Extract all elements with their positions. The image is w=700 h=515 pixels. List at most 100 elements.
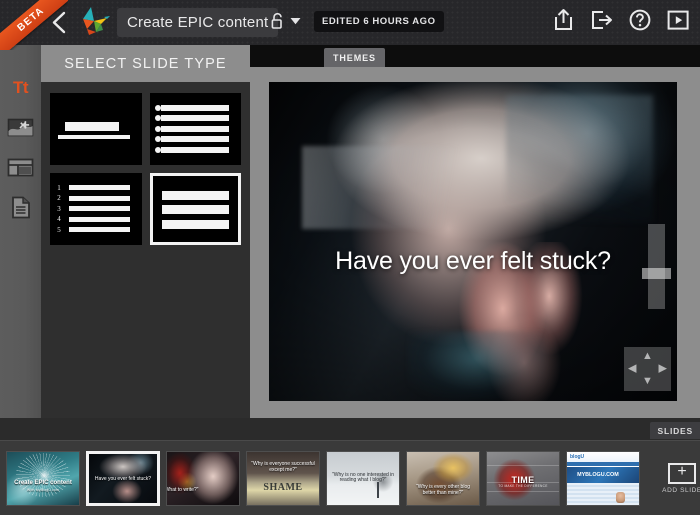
thumb-subtitle: With MyBlogU.com: [26, 487, 60, 492]
tool-rail: Tt: [0, 45, 41, 418]
chevron-down-icon: [290, 18, 301, 25]
image-tool-button[interactable]: [7, 113, 35, 141]
move-left-arrow-icon[interactable]: ◀: [628, 363, 636, 375]
slide-type-grid: 1 2 3 4 5: [41, 82, 250, 256]
export-arrow-icon: [592, 11, 612, 29]
bullet-line: [161, 146, 230, 153]
document-notes-icon: [11, 196, 30, 218]
bullet-dot: [154, 104, 161, 111]
size-slider[interactable]: [642, 224, 671, 309]
slide-thumbnail-8[interactable]: blogU MYBLOGU.COM: [566, 450, 640, 506]
layout-tool-button[interactable]: [7, 153, 35, 181]
bullet-line: [161, 115, 230, 121]
thumb-subtitle: TO MAKE THE DIFFERENCE: [498, 484, 548, 489]
thumb-art: [7, 451, 79, 505]
slide-thumbnail-4[interactable]: SHAME "Why is everyone successful except…: [246, 450, 320, 506]
bullet-line: [161, 104, 230, 111]
slide-thumbnail-1[interactable]: Create EPIC content With MyBlogU.com: [6, 450, 80, 506]
share-upload-icon: [555, 9, 572, 30]
thumb-art: [167, 451, 239, 505]
slide-type-numbered[interactable]: 1 2 3 4 5: [50, 173, 142, 245]
chevron-left-icon: [52, 11, 66, 34]
numbered-line: [68, 185, 130, 191]
list-number: 4: [57, 215, 61, 223]
thumb-title: "Why is everyone successful except me?": [251, 461, 315, 473]
edited-status-text: EDITED 6 HOURS AGO: [322, 16, 436, 27]
slide-thumbnail-5[interactable]: "Why is no one interested in reading wha…: [326, 450, 400, 506]
thumb-title: "Why is every other blog better than min…: [415, 484, 471, 497]
unlocked-padlock-icon: [271, 12, 282, 29]
slide-thumbnail-3[interactable]: "What to write?": [166, 450, 240, 506]
list-number: 2: [57, 194, 61, 202]
slide-type-panel-header: SELECT SLIDE TYPE: [41, 45, 250, 82]
photo-vignette: [269, 82, 677, 401]
back-button[interactable]: [48, 9, 72, 36]
thumb-title: "What to write?": [166, 486, 199, 493]
numbered-line: [68, 195, 130, 201]
bullet-dot: [154, 136, 161, 142]
export-button[interactable]: [590, 7, 616, 37]
slide-thumbnail-7[interactable]: TIME TO MAKE THE DIFFERENCE: [486, 450, 560, 506]
size-slider-handle[interactable]: [642, 268, 671, 280]
thumb-art: blogU MYBLOGU.COM: [567, 451, 639, 505]
text-tt-icon: Tt: [12, 77, 29, 97]
move-right-arrow-icon[interactable]: ▶: [659, 363, 667, 375]
list-number: 3: [57, 204, 61, 213]
slide-type-title[interactable]: [50, 93, 142, 165]
help-button[interactable]: [628, 7, 654, 37]
tab-themes[interactable]: THEMES: [324, 48, 385, 67]
project-title-text: Create EPIC content: [127, 14, 269, 31]
play-rectangle-icon: [667, 10, 689, 30]
slide-filmstrip: Create EPIC content With MyBlogU.com Hav…: [0, 440, 700, 515]
header-action-group: [552, 7, 692, 37]
beta-label: BETA: [15, 5, 47, 34]
origami-bird-logo-icon: [83, 7, 110, 35]
project-title-input[interactable]: Create EPIC content: [117, 8, 279, 37]
epic-slide-editor: BETA Create EPIC content EDITED 6 HOURS …: [0, 0, 700, 515]
bullet-dot: [154, 146, 161, 153]
present-button[interactable]: [666, 7, 692, 37]
tab-slides[interactable]: SLIDES: [650, 422, 700, 439]
title-bar: [65, 122, 119, 131]
slide-type-bullets[interactable]: [149, 93, 241, 165]
plain-line: [161, 205, 229, 215]
slide-type-panel: SELECT SLIDE TYPE 1 2 3 4 5: [41, 45, 250, 418]
slides-tab-label: SLIDES: [657, 425, 693, 436]
move-up-arrow-icon[interactable]: ▲: [642, 351, 653, 362]
thumb-title: MYBLOGU.COM: [577, 471, 619, 478]
bullet-line: [161, 136, 230, 142]
bullet-line: [161, 125, 230, 132]
slide-type-plain[interactable]: [149, 173, 241, 245]
text-tool-button[interactable]: Tt: [7, 73, 35, 101]
question-mark-circle-icon: [629, 9, 651, 31]
bullet-dot: [154, 115, 161, 121]
numbered-line: [68, 206, 130, 212]
notes-tool-button[interactable]: [7, 193, 35, 221]
slide-thumbnail-2[interactable]: Have you ever felt stuck?: [86, 450, 160, 506]
thumb-title: TIME: [511, 474, 535, 485]
editor-stage: THEMES Have you ever felt stuck? ▲ ▼ ◀ ▶: [250, 45, 700, 418]
panel-heading: SELECT SLIDE TYPE: [64, 55, 227, 72]
thumb-title: Create EPIC content: [14, 480, 72, 487]
numbered-line: [68, 216, 130, 222]
app-logo[interactable]: [74, 6, 112, 39]
slide-background-photo: [269, 82, 677, 401]
add-slide-label: ADD SLIDE: [662, 486, 700, 494]
thumb-title: "Why is no one interested in reading wha…: [331, 471, 395, 484]
slide-canvas[interactable]: Have you ever felt stuck? ▲ ▼ ◀ ▶: [269, 82, 677, 401]
slide-headline-text[interactable]: Have you ever felt stuck?: [269, 247, 677, 276]
slide-thumbnail-6[interactable]: "Why is every other blog better than min…: [406, 450, 480, 506]
privacy-dropdown[interactable]: [270, 12, 301, 30]
subtitle-bar: [58, 134, 130, 139]
image-star-icon: [7, 118, 34, 136]
share-button[interactable]: [552, 7, 578, 37]
numbered-line: [68, 227, 130, 233]
plain-line: [161, 190, 229, 200]
add-slide-button[interactable]: + ADD SLIDE: [650, 451, 700, 506]
position-move-pad[interactable]: ▲ ▼ ◀ ▶: [624, 347, 671, 391]
move-down-arrow-icon[interactable]: ▼: [642, 376, 653, 387]
edited-status-badge[interactable]: EDITED 6 HOURS AGO: [314, 11, 444, 32]
plus-icon: +: [677, 463, 687, 480]
layout-grid-icon: [7, 158, 34, 176]
thumb-art: SHAME: [247, 451, 319, 505]
